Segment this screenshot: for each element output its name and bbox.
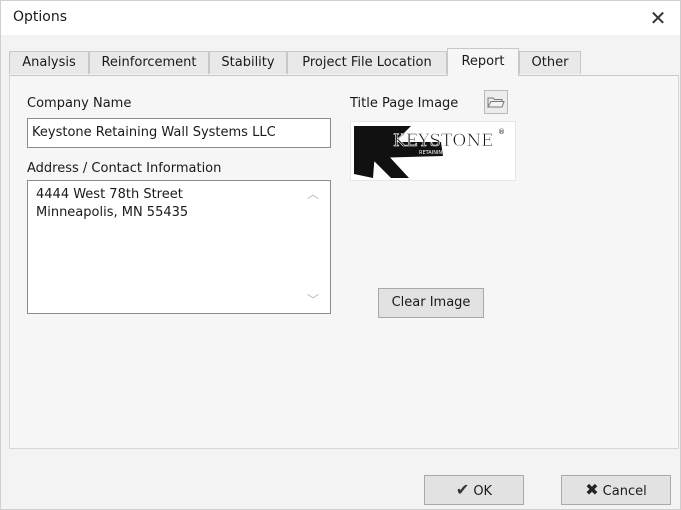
company-name-value: Keystone Retaining Wall Systems LLC [32, 125, 276, 140]
folder-open-icon [487, 97, 505, 108]
scroll-down-icon[interactable]: ﹀ [306, 293, 320, 307]
tab-analysis[interactable]: Analysis [9, 51, 89, 74]
tab-bar: Analysis Reinforcement Stability Project… [9, 48, 679, 76]
cancel-button[interactable]: ✖ Cancel [561, 475, 671, 505]
check-icon: ✔ [455, 480, 470, 499]
address-textarea[interactable]: 4444 West 78th Street Minneapolis, MN 55… [27, 180, 331, 314]
address-line-2: Minneapolis, MN 55435 [36, 205, 189, 220]
ok-label: OK [473, 484, 493, 499]
tab-reinforcement[interactable]: Reinforcement [89, 51, 209, 74]
tab-other[interactable]: Other [519, 51, 581, 74]
logo-brand-text: KEYSTONE [393, 131, 494, 151]
cancel-x-icon: ✖ [585, 480, 599, 499]
address-label: Address / Contact Information [27, 161, 222, 176]
logo-sub-text: RETAINING WALL SYSTEMS [419, 150, 486, 156]
report-tab-panel: Company Name Keystone Retaining Wall Sys… [9, 76, 679, 449]
clear-image-button[interactable]: Clear Image [378, 288, 484, 318]
keystone-logo: KEYSTONE ® RETAINING WALL SYSTEMS [354, 126, 505, 178]
company-name-input[interactable]: Keystone Retaining Wall Systems LLC [27, 118, 331, 148]
tab-report[interactable]: Report [447, 48, 519, 76]
title-bar: Options ✕ [1, 1, 680, 35]
title-page-image: KEYSTONE ® RETAINING WALL SYSTEMS [350, 121, 516, 181]
ok-button[interactable]: ✔ OK [424, 475, 524, 505]
address-line-1: 4444 West 78th Street [36, 187, 183, 202]
cancel-label: Cancel [602, 484, 647, 499]
tab-stability[interactable]: Stability [209, 51, 287, 74]
tab-project-file-location[interactable]: Project File Location [287, 51, 447, 74]
browse-image-button[interactable] [484, 90, 508, 114]
address-text: 4444 West 78th Street Minneapolis, MN 55… [36, 186, 188, 222]
close-icon[interactable]: ✕ [644, 4, 672, 32]
options-dialog: Options ✕ Analysis Reinforcement Stabili… [0, 0, 681, 510]
company-name-label: Company Name [27, 96, 132, 111]
title-page-image-label: Title Page Image [350, 96, 459, 111]
logo-registered-mark: ® [498, 128, 505, 136]
scroll-up-icon[interactable]: ︿ [306, 187, 320, 201]
dialog-title: Options [13, 9, 68, 25]
